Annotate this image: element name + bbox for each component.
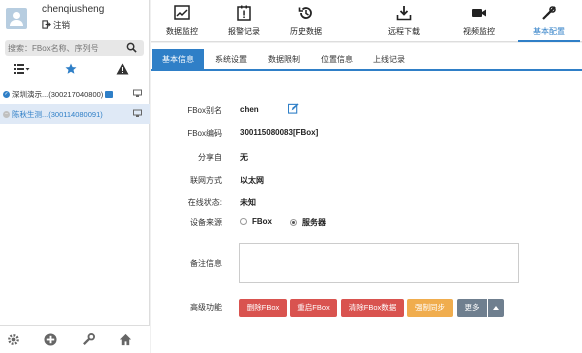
star-icon[interactable] — [64, 63, 78, 75]
sidebar: chenqiusheng 注销 ✓ 深圳演示...(300217040800) — [0, 0, 150, 353]
device-link-icon[interactable] — [133, 89, 142, 98]
nav-remote-download[interactable]: 远程下载 — [373, 0, 435, 42]
more-button[interactable]: 更多 — [457, 299, 487, 317]
tab-online-record[interactable]: 上线记录 — [365, 49, 413, 71]
radio-label: FBox — [252, 217, 272, 226]
tab-system-settings[interactable]: 系统设置 — [206, 49, 256, 71]
nav-video-monitor[interactable]: 视频监控 — [448, 0, 510, 42]
alarm-record-icon — [236, 5, 252, 21]
tab-basic-info[interactable]: 基本信息 — [152, 49, 204, 71]
nav-label: 历史数据 — [290, 27, 322, 36]
sidebar-toolbar — [0, 60, 150, 80]
radio-circle — [290, 219, 297, 226]
online-status-value: 未知 — [240, 198, 256, 207]
nav-label: 远程下载 — [388, 27, 420, 36]
logout-link[interactable]: 注销 — [42, 19, 70, 31]
device-item[interactable]: – 陈秋生测...(300114080091) — [0, 104, 150, 124]
search-input[interactable] — [8, 41, 123, 55]
device-link-icon[interactable] — [133, 109, 142, 118]
online-status-label: 在线状态: — [187, 198, 222, 207]
add-icon[interactable] — [43, 333, 57, 347]
advanced-label: 高级功能 — [190, 303, 222, 312]
username: chenqiusheng — [42, 4, 105, 15]
nav-basic-config[interactable]: 基本配置 — [518, 0, 580, 42]
source-radio-fbox[interactable]: FBox — [240, 217, 272, 226]
device-list: ✓ 深圳演示...(300217040800) – 陈秋生测...(300114… — [0, 84, 150, 124]
avatar — [6, 8, 27, 29]
alias-label: FBox别名 — [187, 106, 222, 115]
logout-label: 注销 — [53, 20, 71, 30]
config-icon — [541, 5, 557, 21]
device-name: 陈秋生测...(300114080091) — [12, 109, 103, 119]
source-label: 设备来源 — [190, 218, 222, 227]
device-name: 深圳演示...(300217040800) — [12, 89, 104, 99]
clear-fbox-data-button[interactable]: 清除FBox数据 — [341, 299, 404, 317]
share-value: 无 — [240, 153, 248, 162]
nav-data-monitor[interactable]: 数据监控 — [151, 0, 213, 42]
restart-fbox-button[interactable]: 重启FBox — [290, 299, 337, 317]
remark-field[interactable] — [239, 243, 519, 283]
device-badge-icon — [105, 90, 114, 98]
tab-location-info[interactable]: 位置信息 — [313, 49, 361, 71]
logout-icon — [42, 19, 51, 31]
download-icon — [396, 5, 412, 21]
search-box — [5, 40, 144, 56]
wrench-icon[interactable] — [81, 333, 95, 347]
tab-data-limit[interactable]: 数据限制 — [260, 49, 308, 71]
nav-label: 报警记录 — [228, 27, 260, 36]
more-dropdown-button[interactable] — [488, 299, 504, 317]
network-label: 联网方式 — [190, 176, 222, 185]
radio-circle — [240, 218, 247, 225]
warning-icon[interactable] — [115, 63, 129, 75]
nav-alarm-record[interactable]: 报警记录 — [213, 0, 275, 42]
nav-history-data[interactable]: 历史数据 — [275, 0, 337, 42]
edit-icon[interactable] — [287, 103, 299, 114]
monitor-icon — [174, 5, 190, 21]
search-icon[interactable] — [126, 42, 137, 53]
source-radio-server[interactable]: 服务器 — [290, 217, 326, 228]
sidebar-footer — [0, 325, 150, 353]
gear-icon[interactable] — [6, 333, 20, 347]
top-nav: 数据监控 报警记录 历史数据 远程下载 视频监控 基本配置 — [151, 0, 582, 42]
alias-value: chen — [240, 105, 259, 114]
remark-label: 备注信息 — [190, 259, 222, 268]
device-item[interactable]: ✓ 深圳演示...(300217040800) — [0, 84, 150, 104]
force-sync-button[interactable]: 强制同步 — [407, 299, 453, 317]
share-label: 分享自 — [198, 153, 222, 162]
history-icon — [298, 5, 314, 21]
offline-status-icon: – — [3, 110, 10, 118]
video-icon — [471, 5, 487, 21]
home-icon[interactable] — [118, 333, 132, 347]
list-sort-icon[interactable] — [14, 63, 30, 75]
user-box: chenqiusheng 注销 — [0, 0, 150, 40]
nav-label: 基本配置 — [533, 27, 565, 36]
online-status-icon: ✓ — [3, 90, 10, 98]
nav-label: 数据监控 — [166, 27, 198, 36]
caret-up-icon — [493, 306, 499, 311]
radio-label: 服务器 — [302, 218, 326, 227]
code-value: 300115080083[FBox] — [240, 128, 319, 137]
code-label: FBox编码 — [187, 129, 222, 138]
tab-bar: 基本信息 系统设置 数据限制 位置信息 上线记录 — [151, 49, 582, 71]
network-value: 以太网 — [240, 176, 264, 185]
delete-fbox-button[interactable]: 删除FBox — [239, 299, 287, 317]
nav-label: 视频监控 — [463, 27, 495, 36]
